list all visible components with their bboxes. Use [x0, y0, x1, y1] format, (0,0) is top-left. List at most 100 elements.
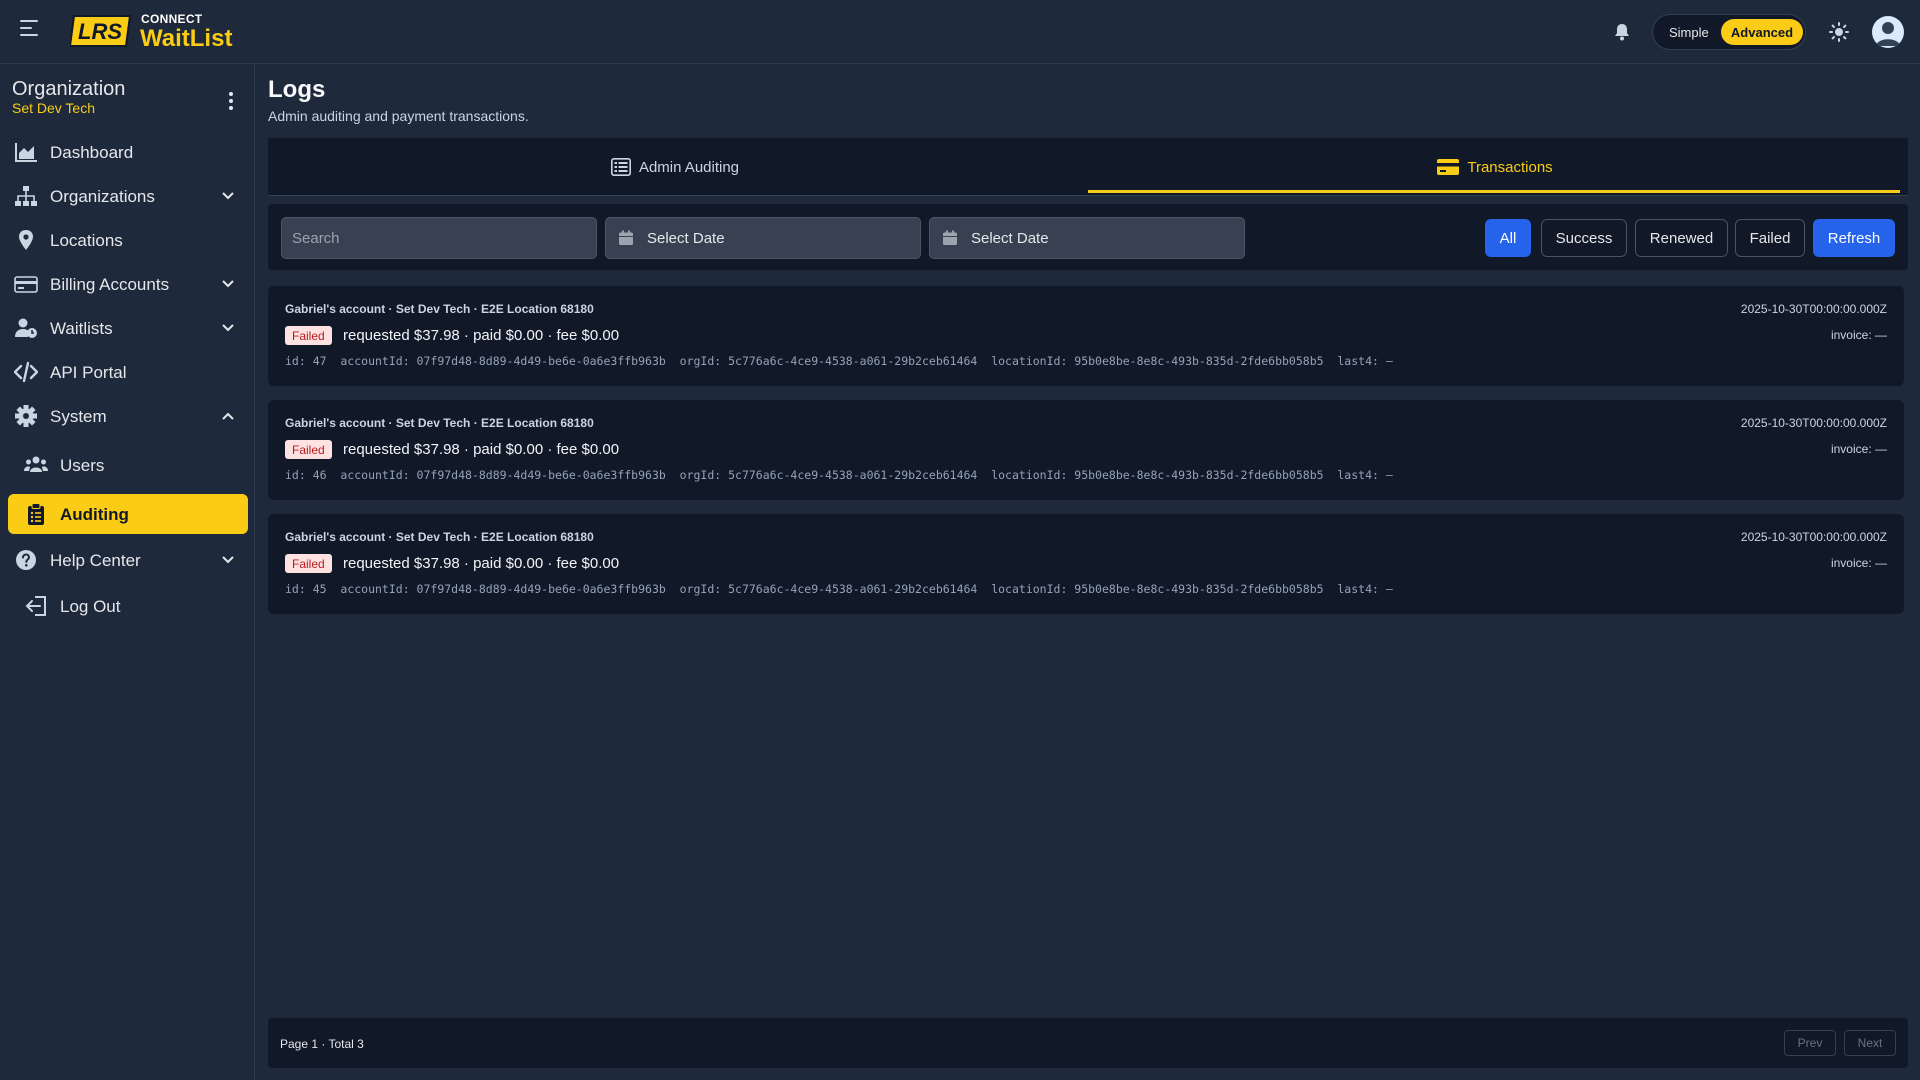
users-icon	[24, 456, 48, 472]
logout-icon	[25, 596, 46, 616]
sidebar-item-api-portal[interactable]: API Portal	[8, 352, 248, 392]
page-title: Logs	[268, 76, 326, 103]
search-input[interactable]	[281, 217, 597, 259]
code-icon	[14, 361, 38, 383]
tab-transactions[interactable]: Transactions	[1088, 138, 1902, 196]
svg-text:LRS: LRS	[78, 19, 122, 44]
lrs-logo-icon: LRS	[70, 15, 132, 47]
calendar-icon	[943, 230, 957, 245]
refresh-button[interactable]: Refresh	[1813, 219, 1895, 257]
gear-icon	[15, 405, 37, 427]
transaction-invoice: invoice: —	[1830, 328, 1887, 342]
sidebar-item-label: Organizations	[50, 187, 155, 206]
sidebar-item-log-out[interactable]: Log Out	[8, 586, 248, 626]
sidebar-item-label: Locations	[50, 231, 123, 250]
avatar[interactable]	[1872, 16, 1904, 48]
table-list-icon	[610, 158, 631, 176]
sidebar-item-system[interactable]: System	[8, 396, 248, 436]
mode-toggle: Simple Advanced	[1652, 14, 1806, 50]
org-title: Organization	[12, 78, 126, 100]
sidebar-item-label: Log Out	[60, 597, 121, 616]
sidebar: Organization Set Dev Tech Dashboard Orga…	[0, 64, 255, 1080]
transaction-ids: id: 47 accountId: 07f97d48-8d89-4d49-be6…	[285, 354, 1393, 368]
tab-transactions-label: Transactions	[1467, 158, 1553, 176]
filter-failed-button[interactable]: Failed	[1735, 219, 1805, 257]
chevron-down-icon	[222, 324, 234, 332]
sidebar-item-label: Waitlists	[50, 319, 113, 338]
sidebar-item-label: Help Center	[50, 551, 141, 570]
chevron-down-icon	[222, 192, 234, 200]
pagination-info: Page 1 · Total 3	[280, 1037, 364, 1051]
transaction-card[interactable]: Gabriel's account · Set Dev Tech · E2E L…	[268, 514, 1904, 614]
transaction-timestamp: 2025-10-30T00:00:00.000Z	[1740, 530, 1887, 544]
kebab-menu-icon[interactable]	[224, 92, 238, 112]
mode-advanced-option[interactable]: Advanced	[1721, 19, 1803, 45]
user-clock-icon	[15, 318, 37, 338]
transaction-timestamp: 2025-10-30T00:00:00.000Z	[1740, 416, 1887, 430]
sidebar-item-billing-accounts[interactable]: Billing Accounts	[8, 264, 248, 304]
chevron-down-icon	[222, 280, 234, 288]
tab-admin-auditing-label: Admin Auditing	[638, 158, 740, 176]
status-badge: Failed	[285, 554, 332, 573]
sitemap-icon	[15, 186, 37, 206]
tab-bar: Admin Auditing Transactions	[268, 138, 1908, 196]
transaction-card[interactable]: Gabriel's account · Set Dev Tech · E2E L…	[268, 286, 1904, 386]
sidebar-item-label: Billing Accounts	[50, 275, 170, 294]
sidebar-item-locations[interactable]: Locations	[8, 220, 248, 260]
sidebar-item-label: Dashboard	[50, 143, 134, 162]
map-pin-icon	[19, 230, 33, 250]
status-badge: Failed	[285, 326, 332, 345]
page-subtitle: Admin auditing and payment transactions.	[268, 108, 529, 124]
filter-bar: Select Date Select Date All Success Rene…	[268, 204, 1908, 270]
question-circle-icon	[16, 550, 36, 570]
menu-icon[interactable]	[20, 20, 44, 44]
sidebar-item-organizations[interactable]: Organizations	[8, 176, 248, 216]
sidebar-item-dashboard[interactable]: Dashboard	[8, 132, 248, 172]
transaction-ids: id: 45 accountId: 07f97d48-8d89-4d49-be6…	[285, 582, 1393, 596]
transaction-ids: id: 46 accountId: 07f97d48-8d89-4d49-be6…	[285, 468, 1393, 482]
sidebar-item-users[interactable]: Users	[8, 445, 248, 485]
transaction-summary: requested $37.98 · paid $0.00 · fee $0.0…	[343, 327, 620, 344]
filter-success-button[interactable]: Success	[1541, 219, 1627, 257]
filter-all-button[interactable]: All	[1485, 219, 1531, 257]
next-page-button[interactable]: Next	[1844, 1030, 1896, 1056]
date-to-picker[interactable]: Select Date	[929, 217, 1245, 259]
sidebar-item-auditing[interactable]: Auditing	[8, 494, 248, 534]
sidebar-item-waitlists[interactable]: Waitlists	[8, 308, 248, 348]
calendar-icon	[619, 230, 633, 245]
transaction-heading: Gabriel's account · Set Dev Tech · E2E L…	[285, 530, 594, 544]
mode-simple-option[interactable]: Simple	[1669, 25, 1709, 40]
sun-icon[interactable]	[1829, 22, 1849, 42]
bell-icon[interactable]	[1612, 22, 1632, 42]
sidebar-item-label: API Portal	[50, 363, 127, 382]
top-bar: LRS CONNECT WaitList Simple Advanced	[0, 0, 1920, 64]
date-from-text: Select Date	[647, 230, 725, 247]
transaction-invoice: invoice: —	[1830, 442, 1887, 456]
sidebar-item-label: Users	[60, 456, 105, 475]
user-avatar-icon	[1876, 22, 1900, 46]
credit-card-icon	[14, 276, 38, 293]
transaction-card[interactable]: Gabriel's account · Set Dev Tech · E2E L…	[268, 400, 1904, 500]
tab-admin-auditing[interactable]: Admin Auditing	[268, 138, 1082, 196]
date-from-picker[interactable]: Select Date	[605, 217, 921, 259]
logo-connect-text: CONNECT	[141, 12, 203, 26]
sidebar-item-label: Auditing	[60, 505, 129, 524]
credit-card-icon	[1437, 159, 1460, 175]
transaction-heading: Gabriel's account · Set Dev Tech · E2E L…	[285, 416, 594, 430]
pagination-bar: Page 1 · Total 3 Prev Next	[268, 1018, 1908, 1068]
sidebar-item-help-center[interactable]: Help Center	[8, 540, 248, 580]
date-to-text: Select Date	[971, 230, 1049, 247]
transaction-summary: requested $37.98 · paid $0.00 · fee $0.0…	[343, 441, 620, 458]
transaction-summary: requested $37.98 · paid $0.00 · fee $0.0…	[343, 555, 620, 572]
logo-waitlist-text: WaitList	[140, 25, 233, 52]
filter-renewed-button[interactable]: Renewed	[1635, 219, 1728, 257]
prev-page-button[interactable]: Prev	[1784, 1030, 1836, 1056]
clipboard-list-icon	[28, 503, 44, 525]
org-name: Set Dev Tech	[12, 100, 96, 116]
transaction-heading: Gabriel's account · Set Dev Tech · E2E L…	[285, 302, 594, 316]
chevron-down-icon	[222, 556, 234, 564]
transaction-timestamp: 2025-10-30T00:00:00.000Z	[1740, 302, 1887, 316]
transaction-invoice: invoice: —	[1830, 556, 1887, 570]
active-tab-indicator	[1088, 190, 1900, 193]
status-badge: Failed	[285, 440, 332, 459]
